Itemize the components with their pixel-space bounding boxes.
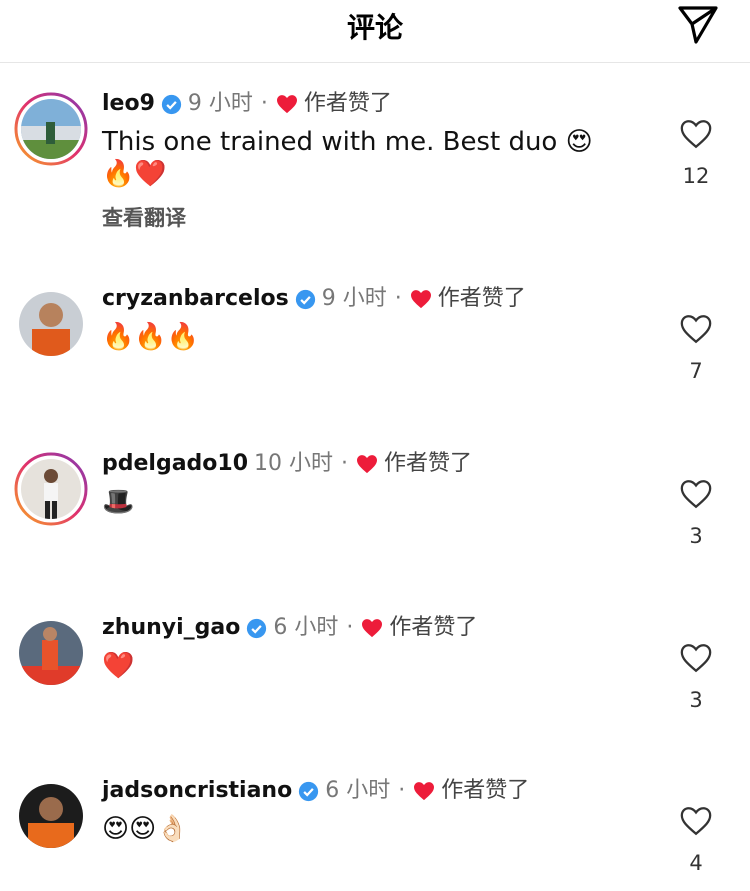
- heart-outline-icon[interactable]: [679, 313, 713, 345]
- username-link[interactable]: cryzanbarcelos: [102, 285, 289, 313]
- comment-meta: jadsoncristiano 6 小时 · 作者赞了: [102, 777, 662, 805]
- separator-dot: ·: [394, 286, 402, 311]
- timestamp: 6 小时: [325, 778, 391, 803]
- separator-dot: ·: [341, 451, 349, 476]
- verified-badge-icon: [299, 781, 319, 801]
- verified-badge-icon: [247, 618, 267, 638]
- page-title: 评论: [346, 11, 403, 44]
- like-control: 3: [676, 642, 716, 712]
- heart-outline-icon[interactable]: [679, 805, 713, 837]
- comment-text: 🔥🔥🔥: [102, 322, 200, 352]
- comment-meta: pdelgado10 10 小时 · 作者赞了: [102, 450, 662, 478]
- like-control: 7: [676, 313, 716, 383]
- like-count: 4: [689, 851, 703, 875]
- separator-dot: ·: [398, 778, 406, 803]
- send-icon[interactable]: [676, 2, 720, 46]
- like-count: 7: [689, 359, 703, 383]
- avatar[interactable]: [14, 452, 88, 526]
- heart-filled-icon: [362, 619, 383, 638]
- author-liked-label: 作者赞了: [441, 778, 530, 803]
- comment-text: ❤️: [102, 651, 135, 681]
- like-count: 12: [682, 164, 710, 188]
- heart-filled-icon: [410, 290, 431, 309]
- heart-filled-icon: [276, 95, 297, 114]
- comment-text: 😍😍👌🏻: [102, 814, 189, 844]
- header: 评论: [0, 0, 750, 63]
- like-control: 12: [676, 118, 716, 188]
- username-link[interactable]: pdelgado10: [102, 450, 248, 478]
- timestamp: 10 小时: [254, 451, 334, 476]
- author-liked-label: 作者赞了: [437, 286, 526, 311]
- see-translation-link[interactable]: 查看翻译: [102, 202, 662, 232]
- like-count: 3: [689, 524, 703, 548]
- heart-filled-icon: [357, 455, 378, 474]
- separator-dot: ·: [260, 91, 268, 116]
- timestamp: 9 小时: [321, 286, 387, 311]
- avatar[interactable]: [14, 616, 88, 690]
- like-control: 3: [676, 478, 716, 548]
- timestamp: 9 小时: [187, 91, 253, 116]
- username-link[interactable]: jadsoncristiano: [102, 777, 292, 805]
- comment-meta: cryzanbarcelos 9 小时 · 作者赞了: [102, 285, 662, 313]
- like-control: 4: [676, 805, 716, 875]
- like-count: 3: [689, 688, 703, 712]
- heart-filled-icon: [414, 782, 435, 801]
- author-liked-label: 作者赞了: [384, 451, 473, 476]
- verified-badge-icon: [295, 289, 315, 309]
- verified-badge-icon: [161, 94, 182, 114]
- heart-outline-icon[interactable]: [679, 118, 713, 150]
- heart-outline-icon[interactable]: [679, 478, 713, 510]
- avatar[interactable]: [14, 287, 88, 361]
- avatar[interactable]: [14, 779, 88, 853]
- comment-text: 🎩: [102, 487, 135, 517]
- avatar[interactable]: [14, 92, 88, 166]
- separator-dot: ·: [346, 615, 354, 640]
- author-liked-label: 作者赞了: [303, 91, 392, 116]
- author-liked-label: 作者赞了: [389, 615, 478, 640]
- heart-outline-icon[interactable]: [679, 642, 713, 674]
- comment-text: This one trained with me. Best duo 😍🔥❤️: [102, 127, 593, 189]
- comment-meta: zhunyi_gao 6 小时 · 作者赞了: [102, 614, 662, 642]
- username-link[interactable]: zhunyi_gao: [102, 614, 240, 642]
- username-link[interactable]: leo9: [102, 90, 155, 118]
- timestamp: 6 小时: [273, 615, 339, 640]
- comment-meta: leo9 9 小时 · 作者赞了: [102, 90, 662, 118]
